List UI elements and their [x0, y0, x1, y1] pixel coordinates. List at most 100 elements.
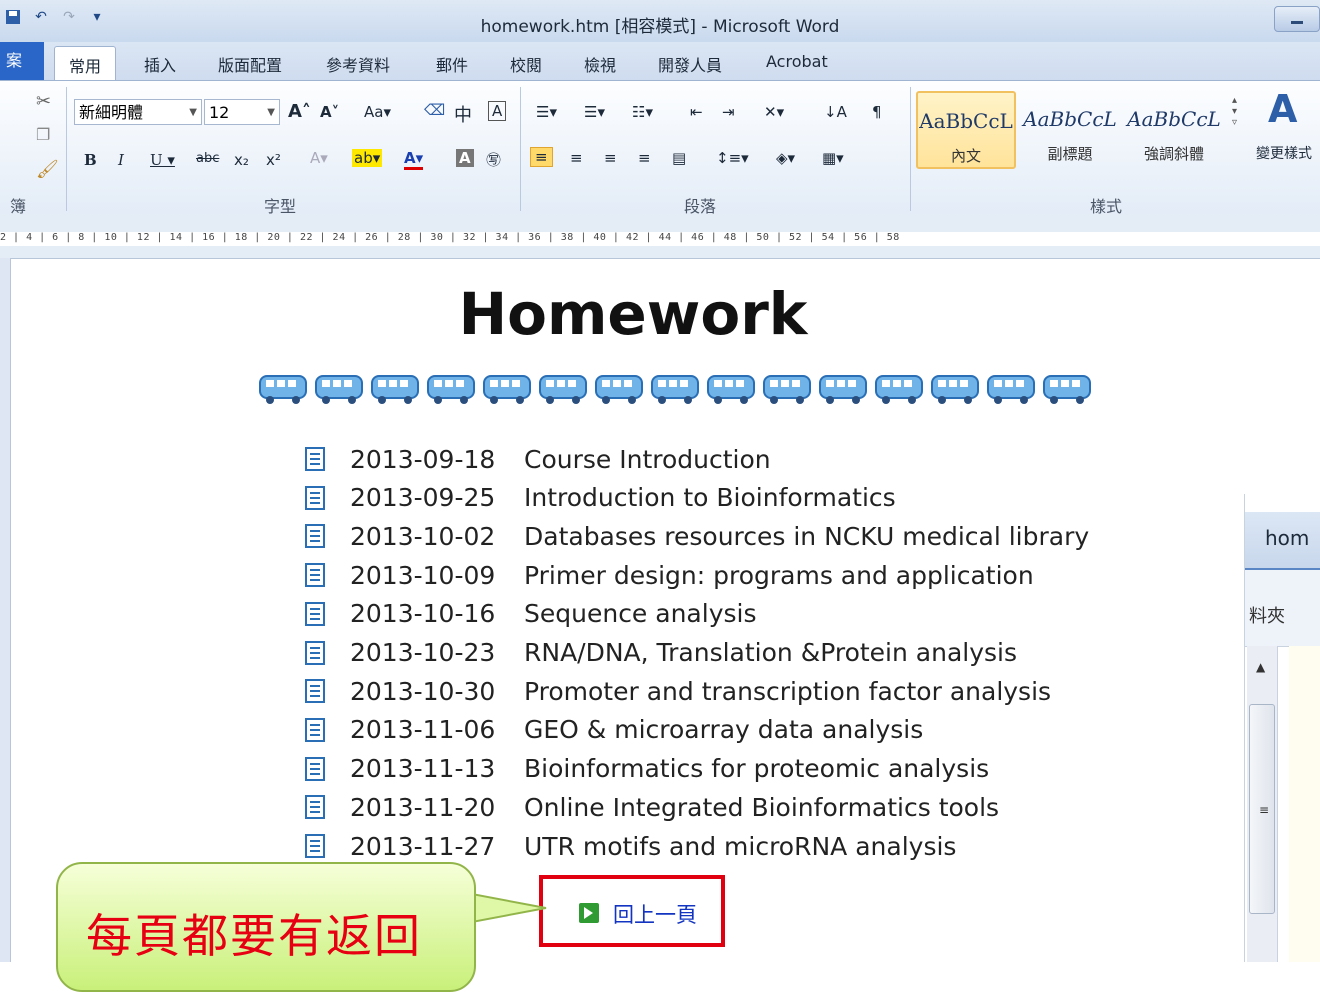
document-list-icon — [305, 447, 325, 471]
cut-icon[interactable]: ✂ — [36, 91, 51, 112]
list-item[interactable]: 2013-10-09 Primer design: programs and ap… — [304, 557, 1034, 593]
strikethrough-icon[interactable]: abc — [196, 151, 219, 166]
bus-icon — [595, 375, 643, 404]
list-item[interactable]: 2013-10-30 Promoter and transcription fac… — [304, 673, 1051, 709]
title-bar: ↶ ↷ ▾ homework.htm [相容模式] - Microsoft Wo… — [0, 0, 1320, 43]
bold-icon[interactable]: B — [84, 151, 97, 169]
italic-icon[interactable]: I — [118, 151, 124, 169]
list-item[interactable]: 2013-11-20 Online Integrated Bioinformati… — [304, 789, 999, 825]
style-normal[interactable]: AaBbCcL 內文 — [916, 91, 1016, 169]
char-shading-icon[interactable]: A — [456, 149, 474, 167]
font-color-icon[interactable]: A▾ — [404, 149, 424, 170]
entry-topic: Sequence analysis — [524, 599, 757, 629]
window-title: homework.htm [相容模式] - Microsoft Word — [480, 17, 840, 37]
line-spacing-icon[interactable]: ↕≡▾ — [716, 149, 749, 167]
underline-icon[interactable]: U ▾ — [150, 151, 175, 169]
style-sample: AaBbCcL — [1023, 107, 1117, 131]
scroll-up-icon[interactable]: ▲ — [1256, 660, 1265, 674]
document-list-icon — [305, 834, 325, 858]
back-link[interactable]: 回上一頁 — [613, 899, 697, 929]
tab-insert[interactable]: 插入 — [144, 52, 176, 76]
tab-acrobat[interactable]: Acrobat — [766, 52, 828, 71]
clear-format-icon[interactable]: ⌫ — [424, 101, 445, 119]
numbering-icon[interactable]: ☰▾ — [584, 103, 605, 121]
scrollbar[interactable]: ▲ ≡ — [1247, 646, 1278, 962]
entry-topic: UTR motifs and microRNA analysis — [524, 831, 957, 861]
grip-icon: ≡ — [1259, 803, 1270, 817]
text-effects-icon[interactable]: A▾ — [310, 149, 328, 167]
change-styles-label[interactable]: 變更樣式 — [1256, 143, 1312, 163]
list-item[interactable]: 2013-11-27 UTR motifs and microRNA analys… — [304, 828, 956, 864]
group-divider — [66, 87, 67, 211]
phonetic-guide-icon[interactable]: 中 — [454, 101, 472, 127]
styles-scroll-icon[interactable]: ▴ ▾ ▿ — [1232, 95, 1237, 128]
sort-icon[interactable]: ↓A — [824, 103, 847, 121]
borders-icon[interactable]: ▦▾ — [822, 149, 844, 167]
list-item[interactable]: 2013-11-06 GEO & microarray data analysis — [304, 712, 923, 748]
font-name-combo[interactable]: 新細明體 ▼ — [74, 99, 202, 125]
show-marks-icon[interactable]: ¶ — [872, 103, 882, 121]
bus-icon — [819, 375, 867, 404]
char-border-icon[interactable]: A — [488, 101, 507, 121]
document-list-icon — [305, 485, 325, 510]
align-center-icon[interactable]: ≡ — [570, 149, 583, 167]
bus-icon — [1043, 375, 1091, 404]
list-item[interactable]: 2013-09-25 Introduction to Bioinformatics — [304, 480, 896, 516]
tab-view[interactable]: 檢視 — [584, 52, 616, 76]
scrollbar-thumb[interactable]: ≡ — [1249, 704, 1275, 914]
align-left-icon[interactable]: ≡ — [530, 147, 553, 167]
tab-page-layout[interactable]: 版面配置 — [218, 52, 282, 76]
copy-icon[interactable]: ❐ — [36, 125, 50, 144]
bus-decoration-row — [256, 372, 1094, 406]
increase-indent-icon[interactable]: ⇥ — [722, 103, 735, 121]
entry-date: 2013-10-09 — [350, 560, 496, 590]
justify-icon[interactable]: ≡ — [638, 149, 651, 167]
list-item[interactable]: 2013-09-18 Course Introduction — [304, 441, 771, 477]
change-case-icon[interactable]: Aa▾ — [364, 103, 391, 121]
asian-layout-icon[interactable]: ✕▾ — [764, 103, 784, 121]
decrease-indent-icon[interactable]: ⇤ — [690, 103, 703, 121]
tab-mailings[interactable]: 郵件 — [436, 52, 468, 76]
entry-date: 2013-11-27 — [350, 831, 496, 861]
back-arrow-icon[interactable] — [579, 903, 599, 923]
distributed-icon[interactable]: ▤ — [672, 149, 686, 167]
bus-icon — [427, 375, 475, 404]
entry-date: 2013-10-02 — [350, 521, 496, 551]
grow-font-icon[interactable]: A˄ — [288, 101, 311, 122]
list-item[interactable]: 2013-10-02 Databases resources in NCKU me… — [304, 518, 1089, 554]
entry-topic: GEO & microarray data analysis — [524, 715, 924, 745]
tab-file[interactable]: 案 — [0, 42, 44, 80]
bus-icon — [483, 375, 531, 404]
style-name: 強調斜體 — [1143, 145, 1204, 163]
tab-review[interactable]: 校閱 — [510, 52, 542, 76]
document-list-icon — [305, 601, 325, 626]
document-list-icon — [305, 679, 325, 704]
list-item[interactable]: 2013-10-16 Sequence analysis — [304, 596, 756, 632]
highlight-icon[interactable]: ab▾ — [352, 149, 383, 167]
list-item[interactable]: 2013-10-23 RNA/DNA, Translation &Protein … — [304, 635, 1017, 671]
minimize-button[interactable] — [1274, 6, 1320, 32]
format-painter-icon[interactable]: 🖌 — [36, 159, 59, 180]
font-size-combo[interactable]: 12 ▼ — [204, 99, 280, 125]
tab-references[interactable]: 參考資料 — [326, 52, 390, 76]
bus-icon — [931, 375, 979, 404]
shrink-font-icon[interactable]: A˅ — [320, 103, 339, 121]
style-name: 內文 — [950, 147, 981, 165]
chevron-down-icon: ▼ — [267, 107, 275, 118]
style-subtle-emphasis[interactable]: AaBbCcL 強調斜體 — [1124, 91, 1224, 169]
enclose-char-icon[interactable]: ㊢ — [486, 149, 501, 170]
bullets-icon[interactable]: ☰▾ — [536, 103, 557, 121]
shading-icon[interactable]: ◈▾ — [776, 149, 795, 167]
tab-developer[interactable]: 開發人員 — [658, 52, 722, 76]
bus-icon — [259, 375, 307, 404]
superscript-icon[interactable]: x² — [266, 151, 281, 169]
change-styles-icon[interactable]: A — [1268, 87, 1297, 131]
multilevel-list-icon[interactable]: ☷▾ — [632, 103, 653, 121]
list-item[interactable]: 2013-11-13 Bioinformatics for proteomic a… — [304, 751, 989, 787]
horizontal-ruler[interactable]: 2 | 4 | 6 | 8 | 10 | 12 | 14 | 16 | 18 |… — [0, 214, 1320, 259]
subscript-icon[interactable]: x₂ — [234, 151, 249, 169]
entry-topic: Online Integrated Bioinformatics tools — [524, 792, 1000, 822]
align-right-icon[interactable]: ≡ — [604, 149, 617, 167]
side-window-tab[interactable]: hom — [1245, 512, 1320, 570]
style-subtitle[interactable]: AaBbCcL 副標題 — [1020, 91, 1120, 169]
